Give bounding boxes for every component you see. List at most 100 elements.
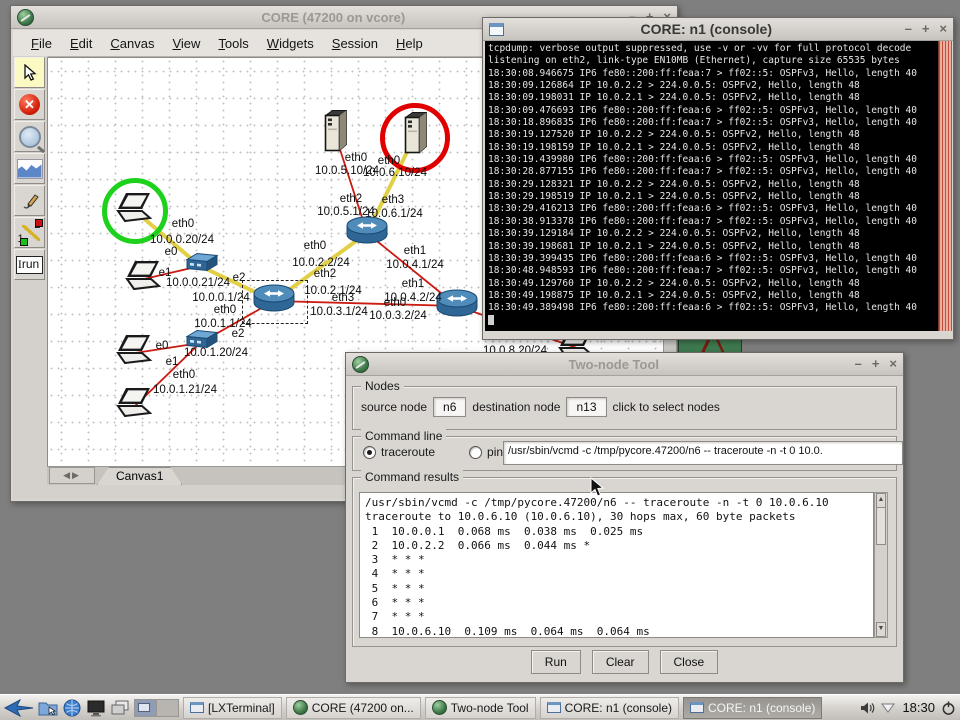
mouse-cursor bbox=[590, 477, 605, 498]
close-icon[interactable]: × bbox=[939, 22, 947, 36]
laptop-node[interactable] bbox=[122, 260, 166, 298]
interface-label: eth0 bbox=[384, 297, 406, 309]
interface-label: e2 bbox=[232, 328, 245, 340]
run-button[interactable]: Run bbox=[531, 650, 581, 674]
taskbar-task-two-node-tool[interactable]: Two-node Tool bbox=[425, 697, 536, 719]
source-node-label: source node bbox=[361, 400, 427, 414]
results-frame-legend: Command results bbox=[361, 470, 463, 484]
console-window: CORE: n1 (console) – + × tcpdump: verbos… bbox=[482, 17, 954, 340]
menu-session[interactable]: Session bbox=[324, 33, 386, 54]
menu-widgets[interactable]: Widgets bbox=[259, 33, 322, 54]
traceroute-radio-label[interactable]: traceroute bbox=[381, 445, 435, 459]
destination-node-label: destination node bbox=[472, 400, 560, 414]
command-input[interactable]: /usr/sbin/vcmd -c /tmp/pycore.47200/n6 -… bbox=[503, 441, 903, 465]
terminal-output[interactable]: tcpdump: verbose output suppressed, use … bbox=[485, 41, 938, 331]
taskbar-task-core-n1-console-[interactable]: CORE: n1 (console) bbox=[540, 697, 679, 719]
dialog-titlebar[interactable]: Two-node Tool – + × bbox=[346, 353, 903, 376]
interface-label: 10.0.4.1/24 bbox=[386, 259, 444, 271]
tab-canvas1[interactable]: Canvas1 bbox=[97, 467, 182, 485]
ping-radio[interactable] bbox=[469, 446, 482, 459]
nodes-frame-legend: Nodes bbox=[361, 379, 404, 393]
windows-icon[interactable] bbox=[110, 699, 130, 717]
maximize-icon[interactable]: + bbox=[922, 22, 930, 36]
terminal-scrollbar[interactable] bbox=[938, 41, 952, 331]
pager-icon[interactable] bbox=[134, 699, 179, 717]
file-manager-icon[interactable] bbox=[38, 699, 58, 717]
laptop-node[interactable] bbox=[113, 334, 157, 372]
select-tool-button[interactable] bbox=[14, 57, 45, 88]
toolbar: ✕ 1 2 bbox=[13, 56, 49, 499]
minimize-icon[interactable]: – bbox=[905, 22, 912, 36]
maximize-icon[interactable]: + bbox=[872, 357, 880, 371]
scroll-down-icon[interactable]: ▼ bbox=[876, 622, 886, 637]
twonode-tool-button[interactable]: 1 2 bbox=[14, 217, 45, 248]
interface-label: 10.0.0.21/24 bbox=[166, 277, 230, 289]
results-scrollbar[interactable]: ▲ ▼ bbox=[874, 492, 888, 638]
interface-label: 10.0.3.1/24 bbox=[310, 306, 368, 318]
interface-label: eth1 bbox=[402, 278, 424, 290]
twonode-dialog: Two-node Tool – + × Nodes source node n6… bbox=[345, 352, 904, 683]
interface-label: eth0 bbox=[214, 304, 236, 316]
select-nodes-hint: click to select nodes bbox=[613, 400, 720, 414]
interface-label: 10.0.6.10/24 bbox=[363, 167, 427, 179]
marker-pen-icon bbox=[20, 191, 40, 211]
volume-icon[interactable] bbox=[860, 699, 876, 717]
interface-label: eth0 bbox=[304, 240, 326, 252]
command-results-frame: Command results /usr/sbin/vcmd -c /tmp/p… bbox=[352, 477, 897, 647]
monitor-icon[interactable] bbox=[86, 699, 106, 717]
interface-label: e1 bbox=[166, 356, 179, 368]
twonode-icon: 1 2 bbox=[18, 221, 42, 245]
destination-node-field[interactable]: n13 bbox=[566, 397, 606, 417]
plot-tool-button[interactable] bbox=[14, 153, 45, 184]
taskbar-task-core-n1-console-[interactable]: CORE: n1 (console) bbox=[683, 697, 822, 719]
core-logo-icon bbox=[352, 356, 369, 373]
tab-arrows-icon[interactable]: ◀▶ bbox=[49, 467, 95, 484]
marker-tool-button[interactable] bbox=[14, 185, 45, 216]
menu-tools[interactable]: Tools bbox=[210, 33, 256, 54]
interface-label: 10.0.0.20/24 bbox=[150, 234, 214, 246]
taskbar-clock[interactable]: 18:30 bbox=[900, 700, 937, 715]
taskbar-task-core-47200-on-[interactable]: CORE (47200 on... bbox=[286, 697, 421, 719]
source-node-field[interactable]: n6 bbox=[433, 397, 466, 417]
minimize-icon[interactable]: – bbox=[855, 357, 862, 371]
menu-file[interactable]: File bbox=[23, 33, 60, 54]
traceroute-radio[interactable] bbox=[363, 446, 376, 459]
power-icon[interactable] bbox=[941, 699, 956, 717]
menu-edit[interactable]: Edit bbox=[62, 33, 100, 54]
observe-tool-button[interactable] bbox=[14, 121, 45, 152]
interface-label: eth2 bbox=[340, 193, 362, 205]
run-tool-button[interactable]: Irun bbox=[14, 249, 45, 280]
terminal-icon bbox=[489, 23, 504, 36]
console-titlebar[interactable]: CORE: n1 (console) – + × bbox=[483, 18, 953, 41]
core-logo-icon bbox=[293, 700, 308, 715]
core-logo-icon bbox=[17, 9, 34, 26]
close-icon[interactable]: × bbox=[889, 357, 897, 371]
menu-arrow-icon[interactable] bbox=[4, 699, 34, 717]
close-button[interactable]: Close bbox=[660, 650, 719, 674]
console-window-title: CORE: n1 (console) bbox=[508, 21, 905, 37]
select-arrow-icon bbox=[22, 64, 38, 82]
laptop-node[interactable] bbox=[113, 387, 157, 425]
clear-button[interactable]: Clear bbox=[592, 650, 649, 674]
desktop: CORE (47200 on vcore) – + × FileEditCanv… bbox=[0, 0, 960, 720]
interface-label: 10.0.0.1/24 bbox=[192, 292, 250, 304]
interface-label: eth2 bbox=[314, 268, 336, 280]
results-output[interactable]: /usr/sbin/vcmd -c /tmp/pycore.47200/n6 -… bbox=[359, 492, 874, 638]
router-node[interactable] bbox=[344, 216, 390, 251]
terminal-icon bbox=[547, 702, 561, 713]
scroll-up-icon[interactable]: ▲ bbox=[876, 493, 886, 508]
stop-session-button[interactable]: ✕ bbox=[14, 89, 45, 120]
menu-canvas[interactable]: Canvas bbox=[102, 33, 162, 54]
task-buttons: [LXTerminal]CORE (47200 on...Two-node To… bbox=[183, 697, 856, 719]
terminal-icon bbox=[690, 702, 704, 713]
terminal-icon bbox=[190, 702, 204, 713]
menu-help[interactable]: Help bbox=[388, 33, 431, 54]
interface-label: eth3 bbox=[332, 292, 354, 304]
menu-view[interactable]: View bbox=[164, 33, 208, 54]
network-triangle-icon[interactable] bbox=[880, 699, 896, 717]
interface-label: 10.0.3.2/24 bbox=[369, 310, 427, 322]
interface-label: eth0 bbox=[378, 155, 400, 167]
taskbar-task--lxterminal-[interactable]: [LXTerminal] bbox=[183, 697, 282, 719]
taskbar: [LXTerminal]CORE (47200 on...Two-node To… bbox=[0, 694, 960, 720]
browser-globe-icon[interactable] bbox=[62, 699, 82, 717]
